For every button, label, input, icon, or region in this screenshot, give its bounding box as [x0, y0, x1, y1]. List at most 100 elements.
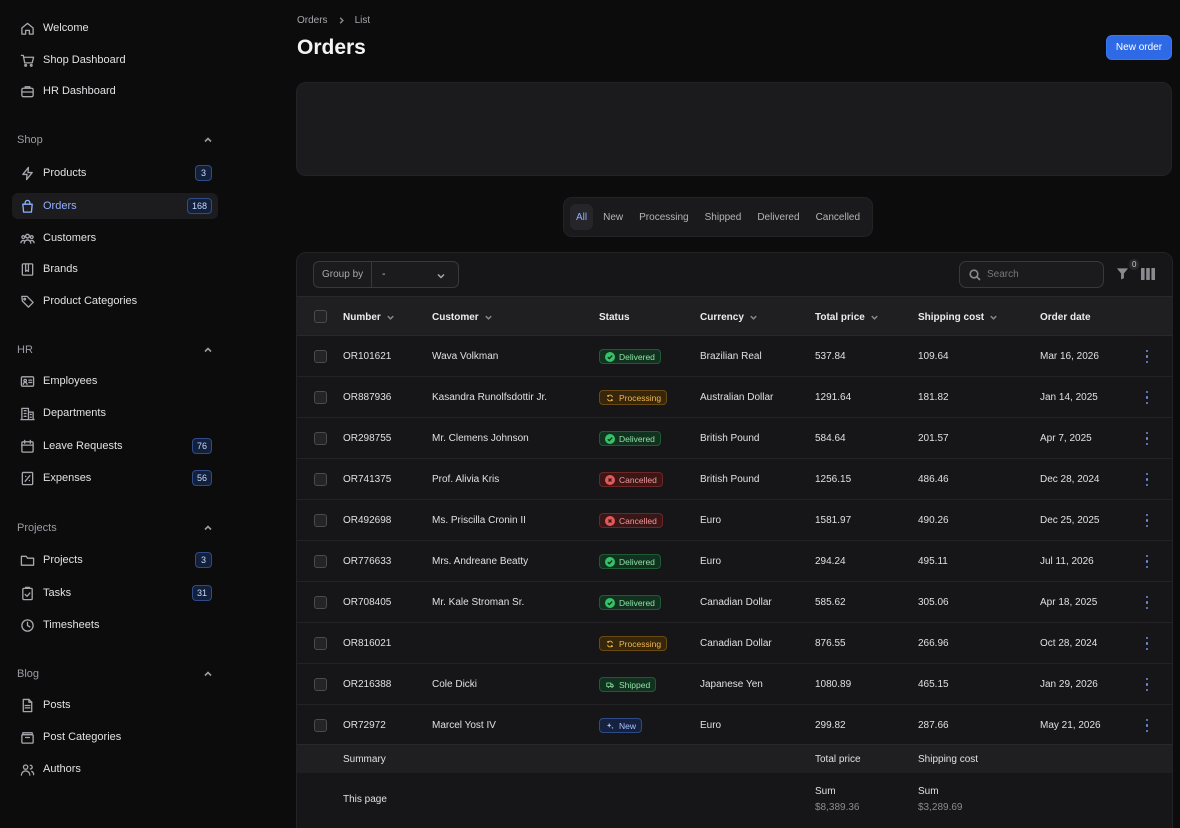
cell-total: 1256.15 — [815, 474, 852, 485]
sidebar-item-post-categories[interactable]: Post Categories — [12, 724, 218, 750]
col-currency[interactable]: Currency — [700, 297, 758, 337]
table-row[interactable]: OR492698 Ms. Priscilla Cronin II Cancelled… — [297, 500, 1172, 541]
status-badge: Delivered — [599, 431, 661, 446]
col-shipping-cost[interactable]: Shipping cost — [918, 297, 998, 337]
sidebar-item-tasks[interactable]: Tasks 31 — [12, 580, 218, 606]
sidebar-item-posts[interactable]: Posts — [12, 692, 218, 718]
row-checkbox[interactable] — [314, 678, 327, 691]
row-actions-icon[interactable] — [1145, 473, 1149, 486]
col-customer[interactable]: Customer — [432, 297, 493, 337]
row-checkbox[interactable] — [314, 596, 327, 609]
sidebar-item-timesheets[interactable]: Timesheets — [12, 612, 218, 638]
sort-chevron-icon — [990, 315, 997, 320]
row-actions-icon[interactable] — [1145, 719, 1149, 732]
cell-customer: Marcel Yost IV — [432, 720, 496, 731]
summary-label: Summary — [343, 754, 386, 765]
row-actions-icon[interactable] — [1145, 391, 1149, 404]
status-badge: Delivered — [599, 554, 661, 569]
table-row[interactable]: OR708405 Mr. Kale Stroman Sr. Delivered Can… — [297, 582, 1172, 623]
new-order-button[interactable]: New order — [1106, 35, 1172, 60]
group-blog[interactable]: Blog — [17, 665, 213, 683]
columns-icon[interactable] — [1141, 268, 1155, 280]
group-by-select[interactable]: Group by - — [313, 261, 459, 288]
table-row[interactable]: OR776633 Mrs. Andreane Beatty Delivered Eur… — [297, 541, 1172, 582]
row-checkbox[interactable] — [314, 719, 327, 732]
truck-icon — [605, 680, 615, 690]
row-checkbox[interactable] — [314, 637, 327, 650]
search-box[interactable] — [959, 261, 1104, 288]
select-all-checkbox[interactable] — [314, 310, 327, 323]
tab-new[interactable]: New — [597, 204, 629, 230]
sidebar-item-label: Projects — [43, 554, 83, 566]
sidebar-item-brands[interactable]: Brands — [12, 256, 218, 282]
row-actions-icon[interactable] — [1145, 596, 1149, 609]
check-circle-icon — [605, 433, 615, 444]
col-total-price[interactable]: Total price — [815, 297, 879, 337]
count-badge: 31 — [191, 585, 212, 601]
tab-processing[interactable]: Processing — [633, 204, 694, 230]
col-label: Currency — [700, 311, 744, 323]
table-row[interactable]: OR816021 Processing Canadian Dollar 876.55 2… — [297, 623, 1172, 664]
status-badge: Delivered — [599, 349, 661, 364]
table-row[interactable]: OR741375 Prof. Alivia Kris Cancelled Britis… — [297, 459, 1172, 500]
table-row[interactable]: OR101621 Wava Volkman Delivered Brazilian R… — [297, 336, 1172, 377]
row-checkbox[interactable] — [314, 473, 327, 486]
status-text: Processing — [619, 392, 662, 403]
sidebar-item-hr-dashboard[interactable]: HR Dashboard — [12, 78, 218, 104]
cell-status: New — [599, 705, 643, 746]
table-row[interactable]: OR216388 Cole Dicki Shipped Japanese Yen 108… — [297, 664, 1172, 705]
row-actions-icon[interactable] — [1145, 637, 1149, 650]
shipping-cost-sum-label: Sum — [918, 786, 939, 797]
status-text: Processing — [619, 638, 662, 649]
row-actions-icon[interactable] — [1145, 432, 1149, 445]
row-checkbox[interactable] — [314, 432, 327, 445]
refresh-icon — [605, 393, 615, 403]
group-shop[interactable]: Shop — [17, 131, 213, 149]
row-checkbox[interactable] — [314, 514, 327, 527]
authors-icon — [18, 760, 36, 778]
col-number[interactable]: Number — [343, 297, 395, 337]
count-badge: 3 — [195, 165, 212, 181]
sidebar-item-expenses[interactable]: Expenses 56 — [12, 465, 218, 491]
sidebar-item-authors[interactable]: Authors — [12, 756, 218, 782]
breadcrumb: Orders List — [297, 15, 370, 26]
row-actions-icon[interactable] — [1145, 555, 1149, 568]
row-checkbox[interactable] — [314, 391, 327, 404]
row-checkbox[interactable] — [314, 350, 327, 363]
col-label: Status — [599, 311, 630, 323]
group-projects[interactable]: Projects — [17, 519, 213, 537]
breadcrumb-orders[interactable]: Orders — [297, 15, 328, 26]
tab-cancelled[interactable]: Cancelled — [810, 204, 866, 230]
sidebar-item-welcome[interactable]: Welcome — [12, 15, 218, 41]
sidebar-item-products[interactable]: Products 3 — [12, 160, 218, 186]
sidebar-item-leave-requests[interactable]: Leave Requests 76 — [12, 433, 218, 459]
tab-all[interactable]: All — [570, 204, 594, 230]
sidebar-item-projects[interactable]: Projects 3 — [12, 547, 218, 573]
sidebar-item-product-categories[interactable]: Product Categories — [12, 288, 218, 314]
table-row[interactable]: OR887936 Kasandra Runolfsdottir Jr. Proces… — [297, 377, 1172, 418]
sidebar-item-orders[interactable]: Orders 168 — [12, 193, 218, 219]
row-actions-icon[interactable] — [1145, 514, 1149, 527]
cell-customer: Kasandra Runolfsdottir Jr. — [432, 392, 548, 403]
sidebar-item-customers[interactable]: Customers — [12, 225, 218, 251]
cell-currency: British Pound — [700, 433, 760, 444]
sidebar-item-departments[interactable]: Departments — [12, 400, 218, 426]
cell-status: Processing — [599, 377, 668, 418]
table-row[interactable]: OR298755 Mr. Clemens Johnson Delivered Brit… — [297, 418, 1172, 459]
tab-delivered[interactable]: Delivered — [751, 204, 805, 230]
status-badge: Shipped — [599, 677, 657, 692]
filter-icon[interactable] — [1116, 267, 1130, 281]
group-hr[interactable]: HR — [17, 341, 213, 359]
sidebar-item-employees[interactable]: Employees — [12, 368, 218, 394]
cell-number: OR492698 — [343, 515, 392, 526]
row-actions-icon[interactable] — [1145, 678, 1149, 691]
row-checkbox[interactable] — [314, 555, 327, 568]
sidebar-item-shop-dashboard[interactable]: Shop Dashboard — [12, 47, 218, 73]
cell-date: Dec 28, 2024 — [1040, 474, 1100, 485]
page-title: Orders — [297, 36, 366, 59]
row-actions-icon[interactable] — [1145, 350, 1149, 363]
tab-shipped[interactable]: Shipped — [699, 204, 748, 230]
clipboard-icon — [18, 584, 36, 602]
table-row[interactable]: OR72972 Marcel Yost IV New Euro 299.82 287.66… — [297, 705, 1172, 746]
search-input[interactable] — [987, 269, 1087, 280]
